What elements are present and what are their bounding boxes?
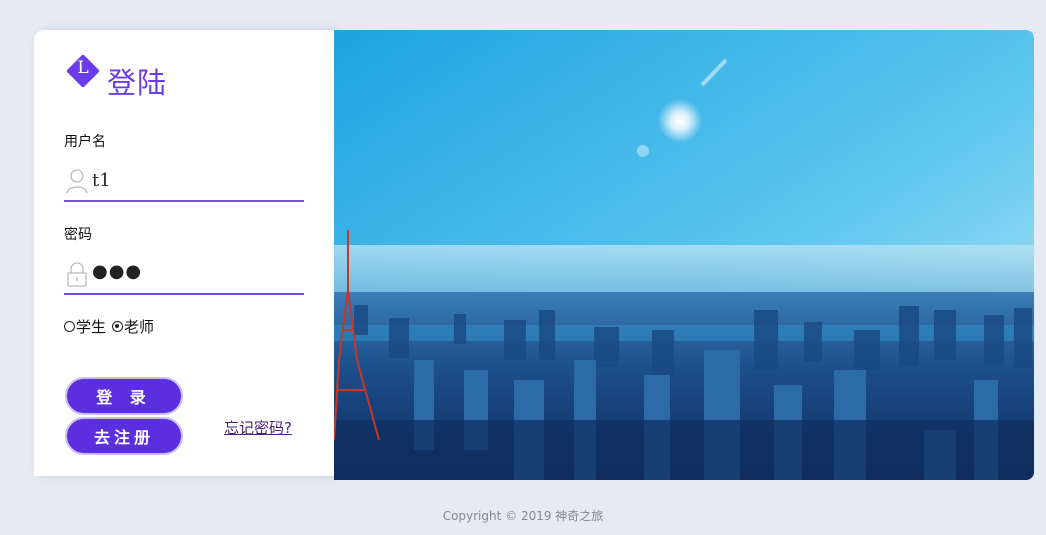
username-field[interactable]: t1 — [64, 164, 304, 202]
page-title: 登陆 — [107, 66, 168, 100]
lock-icon — [67, 262, 87, 287]
role-selector: 学生 老师 — [64, 316, 160, 337]
register-button[interactable]: 去注册 — [65, 417, 183, 455]
role-teacher-radio[interactable] — [112, 321, 124, 332]
city-skyline-image — [334, 30, 1034, 480]
user-icon — [66, 169, 88, 194]
role-teacher[interactable]: 老师 — [112, 316, 154, 337]
role-teacher-label: 老师 — [124, 318, 155, 336]
login-panel: L 登陆 用户名 t1 密码 ●●● 学生 老师 登 录 去注册 忘记密码? — [34, 30, 334, 476]
login-card: L 登陆 用户名 t1 密码 ●●● 学生 老师 登 录 去注册 忘记密码? — [34, 30, 1034, 480]
forgot-password-link[interactable]: 忘记密码? — [224, 417, 292, 438]
role-student-radio[interactable] — [64, 321, 75, 332]
password-field[interactable]: ●●● — [64, 257, 304, 295]
role-student-label: 学生 — [76, 318, 107, 336]
password-label: 密码 — [64, 227, 92, 243]
hero-image — [334, 30, 1034, 480]
footer-copyright: Copyright © 2019 神奇之旅 — [442, 509, 604, 523]
username-label: 用户名 — [64, 134, 106, 150]
logo-letter: L — [77, 58, 89, 78]
logo: L — [66, 54, 100, 88]
role-student[interactable]: 学生 — [64, 316, 106, 337]
password-input[interactable]: ●●● — [92, 261, 142, 282]
username-input[interactable]: t1 — [92, 170, 111, 191]
login-button[interactable]: 登 录 — [65, 377, 183, 415]
